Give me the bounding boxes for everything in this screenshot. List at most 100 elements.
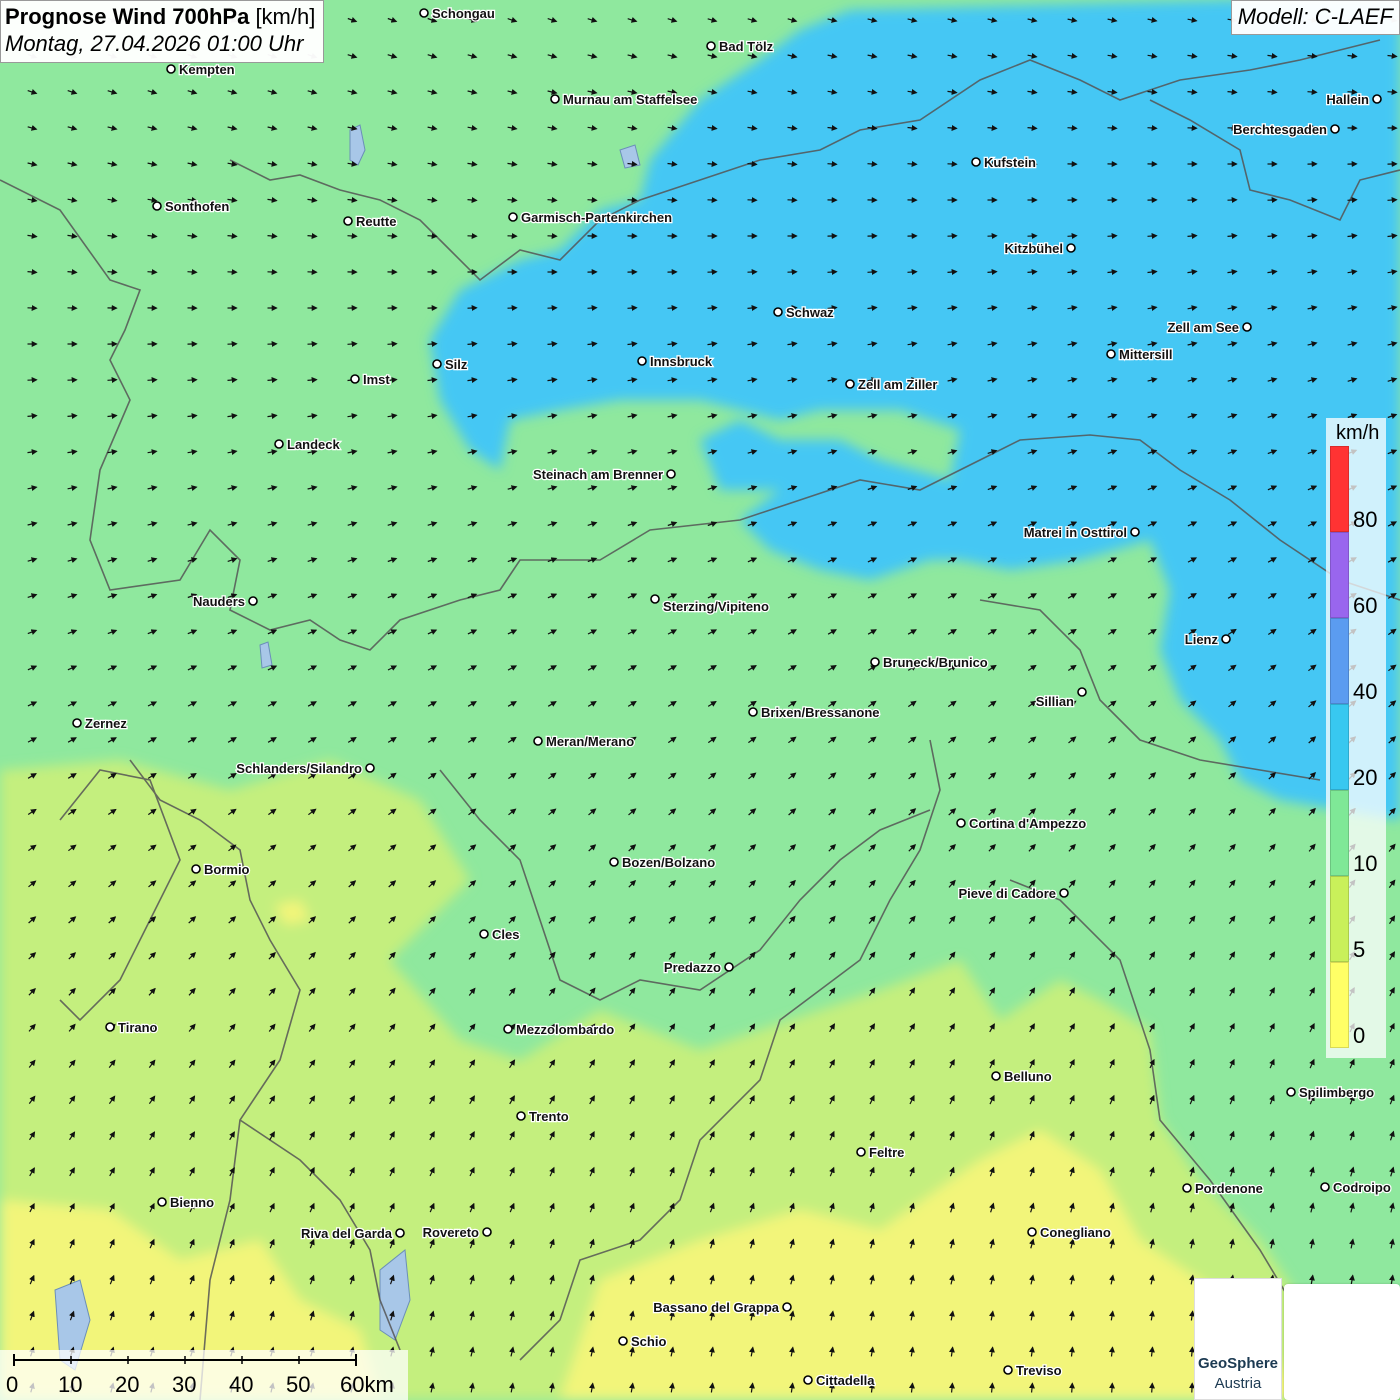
place-label: Kufstein: [984, 155, 1036, 170]
place-marker-dot: [1286, 1087, 1296, 1097]
place-marker-dot: [1066, 243, 1076, 253]
wind-arrow: [667, 305, 678, 312]
place-conegliano[interactable]: Conegliano: [1027, 1224, 1112, 1241]
place-label: Hallein: [1326, 92, 1369, 107]
wind-arrow: [547, 196, 558, 203]
legend-bar-10-20: [1330, 790, 1349, 876]
wind-arrow: [67, 268, 78, 275]
place-sonthofen[interactable]: Sonthofen: [152, 198, 231, 215]
app-logo-button[interactable]: [1284, 1284, 1400, 1400]
place-zell-am-see[interactable]: Zell am See: [1166, 319, 1252, 336]
place-brixen-bressanone[interactable]: Brixen/Bressanone: [748, 704, 881, 721]
place-schlanders-silandro[interactable]: Schlanders/Silandro: [235, 760, 375, 777]
wind-map[interactable]: Schongau Bad Tölz Kempten Murnau am Staffel…: [0, 0, 1400, 1400]
geosphere-logo[interactable]: GeoSphere Austria: [1194, 1278, 1282, 1400]
wind-arrow: [467, 341, 478, 348]
forecast-datetime: Montag, 27.04.2026 01:00 Uhr: [5, 30, 304, 56]
place-pordenone[interactable]: Pordenone: [1182, 1180, 1264, 1197]
wind-arrow: [947, 124, 958, 131]
place-marker-dot: [105, 1022, 115, 1032]
wind-arrow: [787, 160, 798, 167]
place-matrei-in-osttirol[interactable]: Matrei in Osttirol: [1022, 524, 1140, 541]
wind-arrow: [1027, 269, 1038, 276]
wind-arrow: [707, 160, 718, 167]
place-label: Feltre: [869, 1145, 904, 1160]
map-title: Prognose Wind 700hPa: [5, 4, 250, 29]
wind-arrow: [627, 196, 638, 203]
place-label: Silz: [445, 357, 468, 372]
place-innsbruck[interactable]: Innsbruck: [637, 353, 714, 370]
wind-arrow: [587, 196, 598, 203]
logo-name-line2: Austria: [1214, 1375, 1262, 1392]
place-marker-dot: [1372, 94, 1382, 104]
place-marker-dot: [503, 1024, 513, 1034]
place-label: Imst: [363, 372, 390, 387]
place-label: Bormio: [204, 862, 250, 877]
place-marker-dot: [782, 1302, 792, 1312]
wind-arrow: [307, 232, 318, 239]
place-label: Bruneck/Brunico: [883, 655, 988, 670]
place-mezzolombardo[interactable]: Mezzolombardo: [503, 1021, 616, 1038]
legend-label-0: 0: [1353, 1023, 1366, 1048]
place-marker-dot: [1330, 124, 1340, 134]
place-label: Schwaz: [786, 305, 834, 320]
wind-arrow: [1227, 233, 1238, 240]
wind-arrow: [1067, 233, 1078, 240]
place-steinach-am-brenner[interactable]: Steinach am Brenner: [532, 466, 676, 483]
place-bassano-del-grappa[interactable]: Bassano del Grappa: [652, 1299, 792, 1316]
wind-arrow: [747, 305, 758, 312]
wind-arrow: [307, 377, 318, 384]
place-meran-merano[interactable]: Meran/Merano: [533, 733, 635, 750]
place-murnau-am-staffelsee[interactable]: Murnau am Staffelsee: [550, 91, 699, 108]
place-label: Steinach am Brenner: [533, 467, 663, 482]
place-label: Pordenone: [1195, 1181, 1263, 1196]
place-marker-dot: [482, 1227, 492, 1237]
place-zell-am-ziller[interactable]: Zell am Ziller: [845, 376, 939, 393]
wind-arrow: [1307, 197, 1318, 204]
place-label: Zernez: [85, 716, 127, 731]
wind-arrow: [1147, 124, 1158, 131]
place-label: Zell am Ziller: [858, 377, 937, 392]
place-bozen-bolzano[interactable]: Bozen/Bolzano: [609, 854, 716, 871]
wind-arrow: [507, 196, 518, 203]
place-label: Reutte: [356, 214, 396, 229]
wind-arrow: [1027, 124, 1038, 131]
wind-arrow: [827, 269, 838, 276]
scale-label-50: 50: [286, 1372, 311, 1397]
place-label: Mezzolombardo: [516, 1022, 614, 1037]
wind-arrow: [1387, 88, 1398, 95]
place-bruneck-brunico[interactable]: Bruneck/Brunico: [870, 654, 989, 671]
place-riva-del-garda[interactable]: Riva del Garda: [300, 1225, 405, 1242]
wind-arrow: [1187, 233, 1198, 240]
wind-arrow: [747, 160, 758, 167]
wind-arrow: [1107, 124, 1118, 131]
place-berchtesgaden[interactable]: Berchtesgaden: [1232, 121, 1340, 138]
place-label: Riva del Garda: [301, 1226, 393, 1241]
legend-label-20: 20: [1353, 765, 1378, 790]
legend-label-80: 80: [1353, 507, 1378, 532]
place-marker-dot: [706, 41, 716, 51]
wind-arrow: [867, 269, 878, 276]
place-label: Sonthofen: [165, 199, 229, 214]
place-label: Schio: [631, 1334, 666, 1349]
legend-bar-40-60: [1330, 618, 1349, 704]
legend-bar-0-5: [1330, 962, 1349, 1048]
wind-arrow: [267, 377, 278, 384]
place-garmisch-partenkirchen[interactable]: Garmisch-Partenkirchen: [508, 209, 673, 226]
place-spilimbergo[interactable]: Spilimbergo: [1286, 1084, 1375, 1101]
place-marker-dot: [971, 157, 981, 167]
place-pieve-di-cadore[interactable]: Pieve di Cadore: [957, 885, 1069, 902]
scale-label-0: 0: [6, 1372, 19, 1397]
wind-arrow: [587, 305, 598, 312]
wind-arrow: [147, 377, 158, 384]
wind-arrow: [1068, 1382, 1075, 1393]
legend-unit: km/h: [1336, 422, 1380, 444]
wind-arrow: [227, 232, 238, 239]
wind-arrow: [1387, 197, 1398, 204]
place-marker-dot: [773, 307, 783, 317]
place-label: Predazzo: [664, 960, 721, 975]
wind-arrow: [987, 124, 998, 131]
place-schongau[interactable]: Schongau: [419, 5, 496, 22]
place-marker-dot: [803, 1375, 813, 1385]
place-cortina-d-ampezzo[interactable]: Cortina d'Ampezzo: [956, 815, 1088, 832]
